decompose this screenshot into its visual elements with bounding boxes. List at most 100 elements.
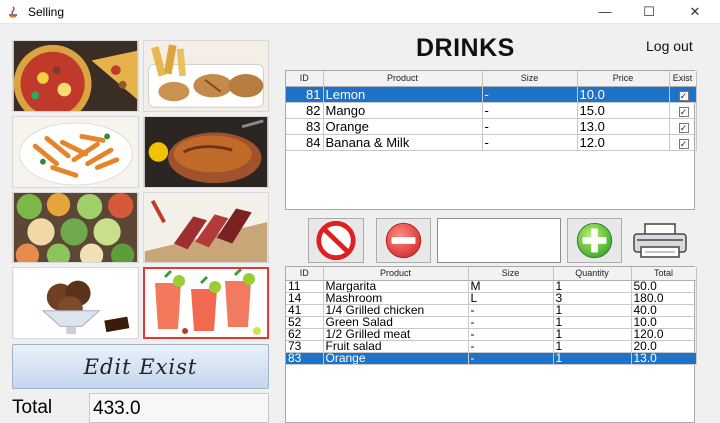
- product-row[interactable]: 84 Banana & Milk - 12.0 ✓: [286, 134, 697, 151]
- window-title: Selling: [28, 5, 65, 19]
- cancel-order-button[interactable]: [308, 218, 364, 263]
- java-app-icon: [9, 6, 17, 18]
- category-tile-grilled-meat[interactable]: [143, 192, 269, 263]
- maximize-button[interactable]: ☐: [626, 0, 672, 24]
- column-header-id[interactable]: ID: [286, 267, 324, 281]
- product-id-cell: 84: [286, 134, 324, 151]
- product-name-cell: Banana & Milk: [323, 134, 483, 151]
- pasta-image: [13, 117, 138, 187]
- product-size-cell: -: [482, 102, 578, 119]
- category-tile-grilled-chicken[interactable]: [143, 116, 269, 188]
- order-row[interactable]: 14 Mashroom L 3 180.0: [286, 292, 697, 305]
- product-row[interactable]: 81 Lemon - 10.0 ✓: [286, 86, 697, 103]
- salads-image: [13, 193, 138, 262]
- products-table[interactable]: ID Product Size Price Exist 81 Lemon - 1…: [285, 70, 697, 210]
- order-total-cell: 10.0: [631, 316, 697, 329]
- print-button[interactable]: [631, 222, 689, 260]
- product-size-cell: -: [482, 134, 578, 151]
- order-size-cell: -: [468, 328, 554, 341]
- column-header-product[interactable]: Product: [323, 71, 483, 87]
- order-product-cell: Margarita: [323, 280, 469, 293]
- add-item-button[interactable]: [567, 218, 622, 263]
- order-header-row: ID Product Size Quantity Total: [286, 267, 697, 281]
- product-row[interactable]: 82 Mango - 15.0 ✓: [286, 102, 697, 119]
- product-exist-cell: ✓: [669, 118, 697, 135]
- order-row[interactable]: 62 1/2 Grilled meat - 1 120.0: [286, 328, 697, 341]
- ice-cream-image: [13, 268, 138, 338]
- category-tile-pasta[interactable]: [12, 116, 139, 188]
- title-bar: Selling — ☐ ✕: [0, 0, 720, 24]
- product-name-cell: Orange: [323, 118, 483, 135]
- exist-checkbox[interactable]: ✓: [678, 138, 689, 149]
- order-total-cell: 40.0: [631, 304, 697, 317]
- category-tile-salads[interactable]: [12, 192, 139, 263]
- order-quantity-cell: 1: [553, 280, 632, 293]
- exist-checkbox[interactable]: ✓: [678, 90, 689, 101]
- exist-checkbox[interactable]: ✓: [678, 122, 689, 133]
- category-heading: DRINKS: [416, 34, 515, 62]
- quantity-input[interactable]: [437, 218, 561, 263]
- order-size-cell: L: [468, 292, 554, 305]
- order-id-cell: 11: [286, 280, 324, 293]
- order-id-cell: 41: [286, 304, 324, 317]
- product-row[interactable]: 83 Orange - 13.0 ✓: [286, 118, 697, 135]
- order-quantity-cell: 1: [553, 328, 632, 341]
- printer-icon: [633, 223, 687, 258]
- order-quantity-cell: 3: [553, 292, 632, 305]
- product-exist-cell: ✓: [669, 134, 697, 151]
- minus-icon: [385, 222, 422, 259]
- product-id-cell: 82: [286, 102, 324, 119]
- order-id-cell: 73: [286, 340, 324, 353]
- minimize-button[interactable]: —: [582, 0, 628, 24]
- order-product-cell: Green Salad: [323, 316, 469, 329]
- category-tile-drinks[interactable]: [143, 267, 269, 339]
- column-header-total[interactable]: Total: [631, 267, 697, 281]
- column-header-size[interactable]: Size: [482, 71, 578, 87]
- product-id-cell: 83: [286, 118, 324, 135]
- total-label: Total: [12, 397, 53, 418]
- order-row[interactable]: 83 Orange - 1 13.0: [286, 352, 697, 365]
- column-header-id[interactable]: ID: [286, 71, 324, 87]
- product-id-cell: 81: [286, 86, 324, 103]
- order-id-cell: 62: [286, 328, 324, 341]
- plus-icon: [576, 222, 613, 259]
- order-table[interactable]: ID Product Size Quantity Total 11 Margar…: [285, 266, 697, 423]
- category-tile-pizza[interactable]: [12, 40, 139, 112]
- order-row[interactable]: 73 Fruit salad - 1 20.0: [286, 340, 697, 353]
- product-price-cell: 12.0: [577, 134, 670, 151]
- column-header-exist[interactable]: Exist: [669, 71, 697, 87]
- column-header-size[interactable]: Size: [468, 267, 554, 281]
- order-product-cell: Orange: [323, 352, 469, 365]
- column-header-price[interactable]: Price: [577, 71, 670, 87]
- column-header-product[interactable]: Product: [323, 267, 469, 281]
- product-exist-cell: ✓: [669, 86, 697, 103]
- close-button[interactable]: ✕: [672, 0, 718, 24]
- category-tile-ice-cream[interactable]: [12, 267, 139, 339]
- product-size-cell: -: [482, 118, 578, 135]
- order-quantity-cell: 1: [553, 304, 632, 317]
- exist-checkbox[interactable]: ✓: [678, 106, 689, 117]
- product-name-cell: Lemon: [323, 86, 483, 103]
- edit-exist-button[interactable]: Edit Exist: [12, 344, 269, 389]
- category-tile-wraps[interactable]: [143, 40, 269, 112]
- order-quantity-cell: 1: [553, 340, 632, 353]
- column-header-quantity[interactable]: Quantity: [553, 267, 632, 281]
- product-exist-cell: ✓: [669, 102, 697, 119]
- order-total-cell: 50.0: [631, 280, 697, 293]
- order-row[interactable]: 41 1/4 Grilled chicken - 1 40.0: [286, 304, 697, 317]
- product-size-cell: -: [482, 86, 578, 103]
- logout-button[interactable]: Log out: [646, 38, 693, 54]
- order-product-cell: Fruit salad: [323, 340, 469, 353]
- product-name-cell: Mango: [323, 102, 483, 119]
- wraps-image: [144, 41, 268, 111]
- order-total-cell: 20.0: [631, 340, 697, 353]
- order-size-cell: -: [468, 352, 554, 365]
- order-id-cell: 52: [286, 316, 324, 329]
- order-row[interactable]: 11 Margarita M 1 50.0: [286, 280, 697, 293]
- order-product-cell: 1/4 Grilled chicken: [323, 304, 469, 317]
- order-size-cell: M: [468, 280, 554, 293]
- product-price-cell: 15.0: [577, 102, 670, 119]
- order-id-cell: 14: [286, 292, 324, 305]
- remove-item-button[interactable]: [376, 218, 431, 263]
- order-row[interactable]: 52 Green Salad - 1 10.0: [286, 316, 697, 329]
